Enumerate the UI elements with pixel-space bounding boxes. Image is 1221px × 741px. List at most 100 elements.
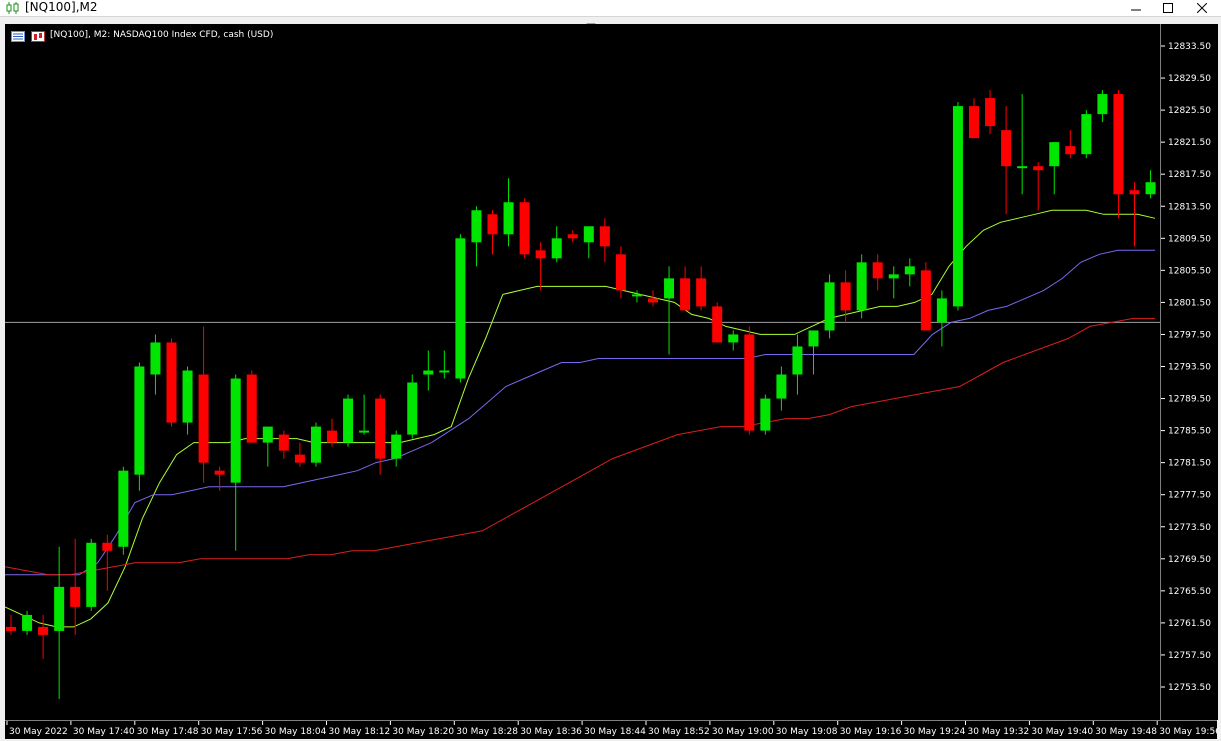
candle-body-bull <box>118 470 129 547</box>
candle-body-bull <box>230 378 241 483</box>
candle-body-bull <box>1017 166 1028 169</box>
candle-body-bull <box>391 434 402 459</box>
price-tick-label: 12829.50 <box>1168 74 1211 84</box>
candle-body-bull <box>583 226 594 243</box>
candle-body-bear <box>38 626 49 635</box>
time-tick-label: 30 May 19:00 <box>712 727 774 737</box>
candle-body-bear <box>1065 146 1076 155</box>
time-tick-label: 30 May 19:16 <box>840 727 902 737</box>
time-tick-label: 30 May 18:36 <box>520 727 582 737</box>
candle-body-bear <box>969 106 979 139</box>
candle-body-bear <box>102 542 113 551</box>
candles <box>6 90 1156 700</box>
candle-body-bull <box>776 374 787 399</box>
price-tick-label: 12825.50 <box>1168 106 1211 116</box>
price-tick-label: 12785.50 <box>1168 427 1211 437</box>
time-tick-label: 30 May 18:04 <box>265 727 327 737</box>
candle-body-bull <box>22 614 33 631</box>
candle-body-bull <box>760 398 771 431</box>
candle-body-bear <box>1113 94 1124 195</box>
candle-body-bear <box>1033 166 1044 171</box>
ma-line-1 <box>5 209 1156 628</box>
chart-plot-area[interactable]: [NQ100], M2: NASDAQ100 Index CFD, cash (… <box>5 24 1160 720</box>
price-tick-label: 12833.50 <box>1168 42 1211 52</box>
maximize-icon <box>1163 3 1173 13</box>
candle-body-bull <box>310 426 321 463</box>
candle-body-bear <box>6 626 16 631</box>
price-scale[interactable]: 12833.50 12829.50 12825.50 12821.50 12817.50… <box>1160 24 1218 720</box>
candle-body-bear <box>985 98 996 127</box>
window-titlebar[interactable]: [NQ100],M2 <box>0 0 1221 17</box>
price-tick-label: 12761.50 <box>1168 619 1211 629</box>
candle-body-bull <box>134 366 145 475</box>
time-tick-label: 30 May 19:48 <box>1095 727 1157 737</box>
candle-body-bear <box>327 430 337 443</box>
time-tick-label: 30 May 18:12 <box>329 727 391 737</box>
price-tick-label: 12793.50 <box>1168 363 1211 373</box>
price-tick-label: 12769.50 <box>1168 555 1211 565</box>
candle-body-bear <box>680 278 691 311</box>
price-tick-label: 12817.50 <box>1168 170 1211 180</box>
candle-body-bear <box>278 434 289 451</box>
candle-body-bull <box>856 262 867 311</box>
candle-body-bear <box>712 306 723 343</box>
close-button[interactable] <box>1186 0 1218 16</box>
candle-body-bear <box>599 226 610 247</box>
candle-body-bull <box>728 334 739 343</box>
candle-body-bear <box>70 586 81 607</box>
candle-body-bull <box>359 430 370 433</box>
price-tick-label: 12777.50 <box>1168 491 1211 501</box>
candle-body-bull <box>182 370 193 423</box>
candle-body-bear <box>696 278 707 307</box>
candle-body-bull <box>808 330 819 347</box>
candle-body-bull <box>54 586 65 631</box>
candle-body-bear <box>1129 190 1140 195</box>
candle-body-bull <box>631 294 642 297</box>
candle-body-bull <box>503 202 514 235</box>
candle-body-bull <box>343 398 354 443</box>
maximize-button[interactable] <box>1152 0 1184 16</box>
candle-body-bear <box>487 214 498 235</box>
candle-body-bear <box>214 470 225 475</box>
candles-icon <box>6 2 19 14</box>
time-tick-label: 30 May 19:32 <box>968 727 1030 737</box>
candle-body-bull <box>423 370 434 375</box>
time-tick-label: 30 May 19:56 <box>1159 727 1217 737</box>
price-tick-label: 12813.50 <box>1168 202 1211 212</box>
chart-type-icon[interactable] <box>31 31 45 42</box>
candle-body-bear <box>567 234 578 239</box>
time-axis: 30 May 2022 30 May 17:40 30 May 17:48 30 Ma… <box>6 721 1217 737</box>
candle-body-bull <box>150 342 161 375</box>
candle-body-bear <box>535 250 546 259</box>
candle-body-bear <box>198 374 209 463</box>
candle-body-bear <box>1001 130 1012 167</box>
candle-body-bear <box>375 398 386 459</box>
time-tick-label: 30 May 17:56 <box>201 727 263 737</box>
candle-body-bear <box>744 334 755 431</box>
ma-line-3 <box>5 317 1155 576</box>
candle-body-bull <box>551 238 562 259</box>
time-scale[interactable]: 30 May 2022 30 May 17:40 30 May 17:48 30 Ma… <box>5 720 1217 739</box>
price-tick-label: 12773.50 <box>1168 523 1211 533</box>
time-tick-label: 30 May 19:40 <box>1031 727 1093 737</box>
candle-body-bull <box>936 298 947 323</box>
candle-body-bull <box>407 382 418 435</box>
candle-body-bull <box>792 346 803 375</box>
candle-body-bull <box>439 370 450 373</box>
price-tick-label: 12809.50 <box>1168 234 1211 244</box>
minimize-button[interactable] <box>1120 0 1152 16</box>
candle-body-bull <box>824 282 835 331</box>
time-tick-label: 30 May 18:20 <box>392 727 454 737</box>
chart-list-icon[interactable] <box>11 31 25 42</box>
price-tick-label: 12821.50 <box>1168 138 1211 148</box>
time-tick-label: 30 May 17:40 <box>73 727 135 737</box>
candle-body-bear <box>615 254 626 291</box>
price-tick-label: 12797.50 <box>1168 330 1211 340</box>
candle-body-bull <box>1097 94 1108 115</box>
price-tick-label: 12801.50 <box>1168 298 1211 308</box>
candlestick-chart <box>5 90 1160 700</box>
candle-body-bull <box>471 210 482 243</box>
candle-body-bull <box>952 106 963 307</box>
price-axis: 12833.50 12829.50 12825.50 12821.50 12817.50… <box>1161 42 1211 693</box>
candle-body-bear <box>648 298 658 303</box>
